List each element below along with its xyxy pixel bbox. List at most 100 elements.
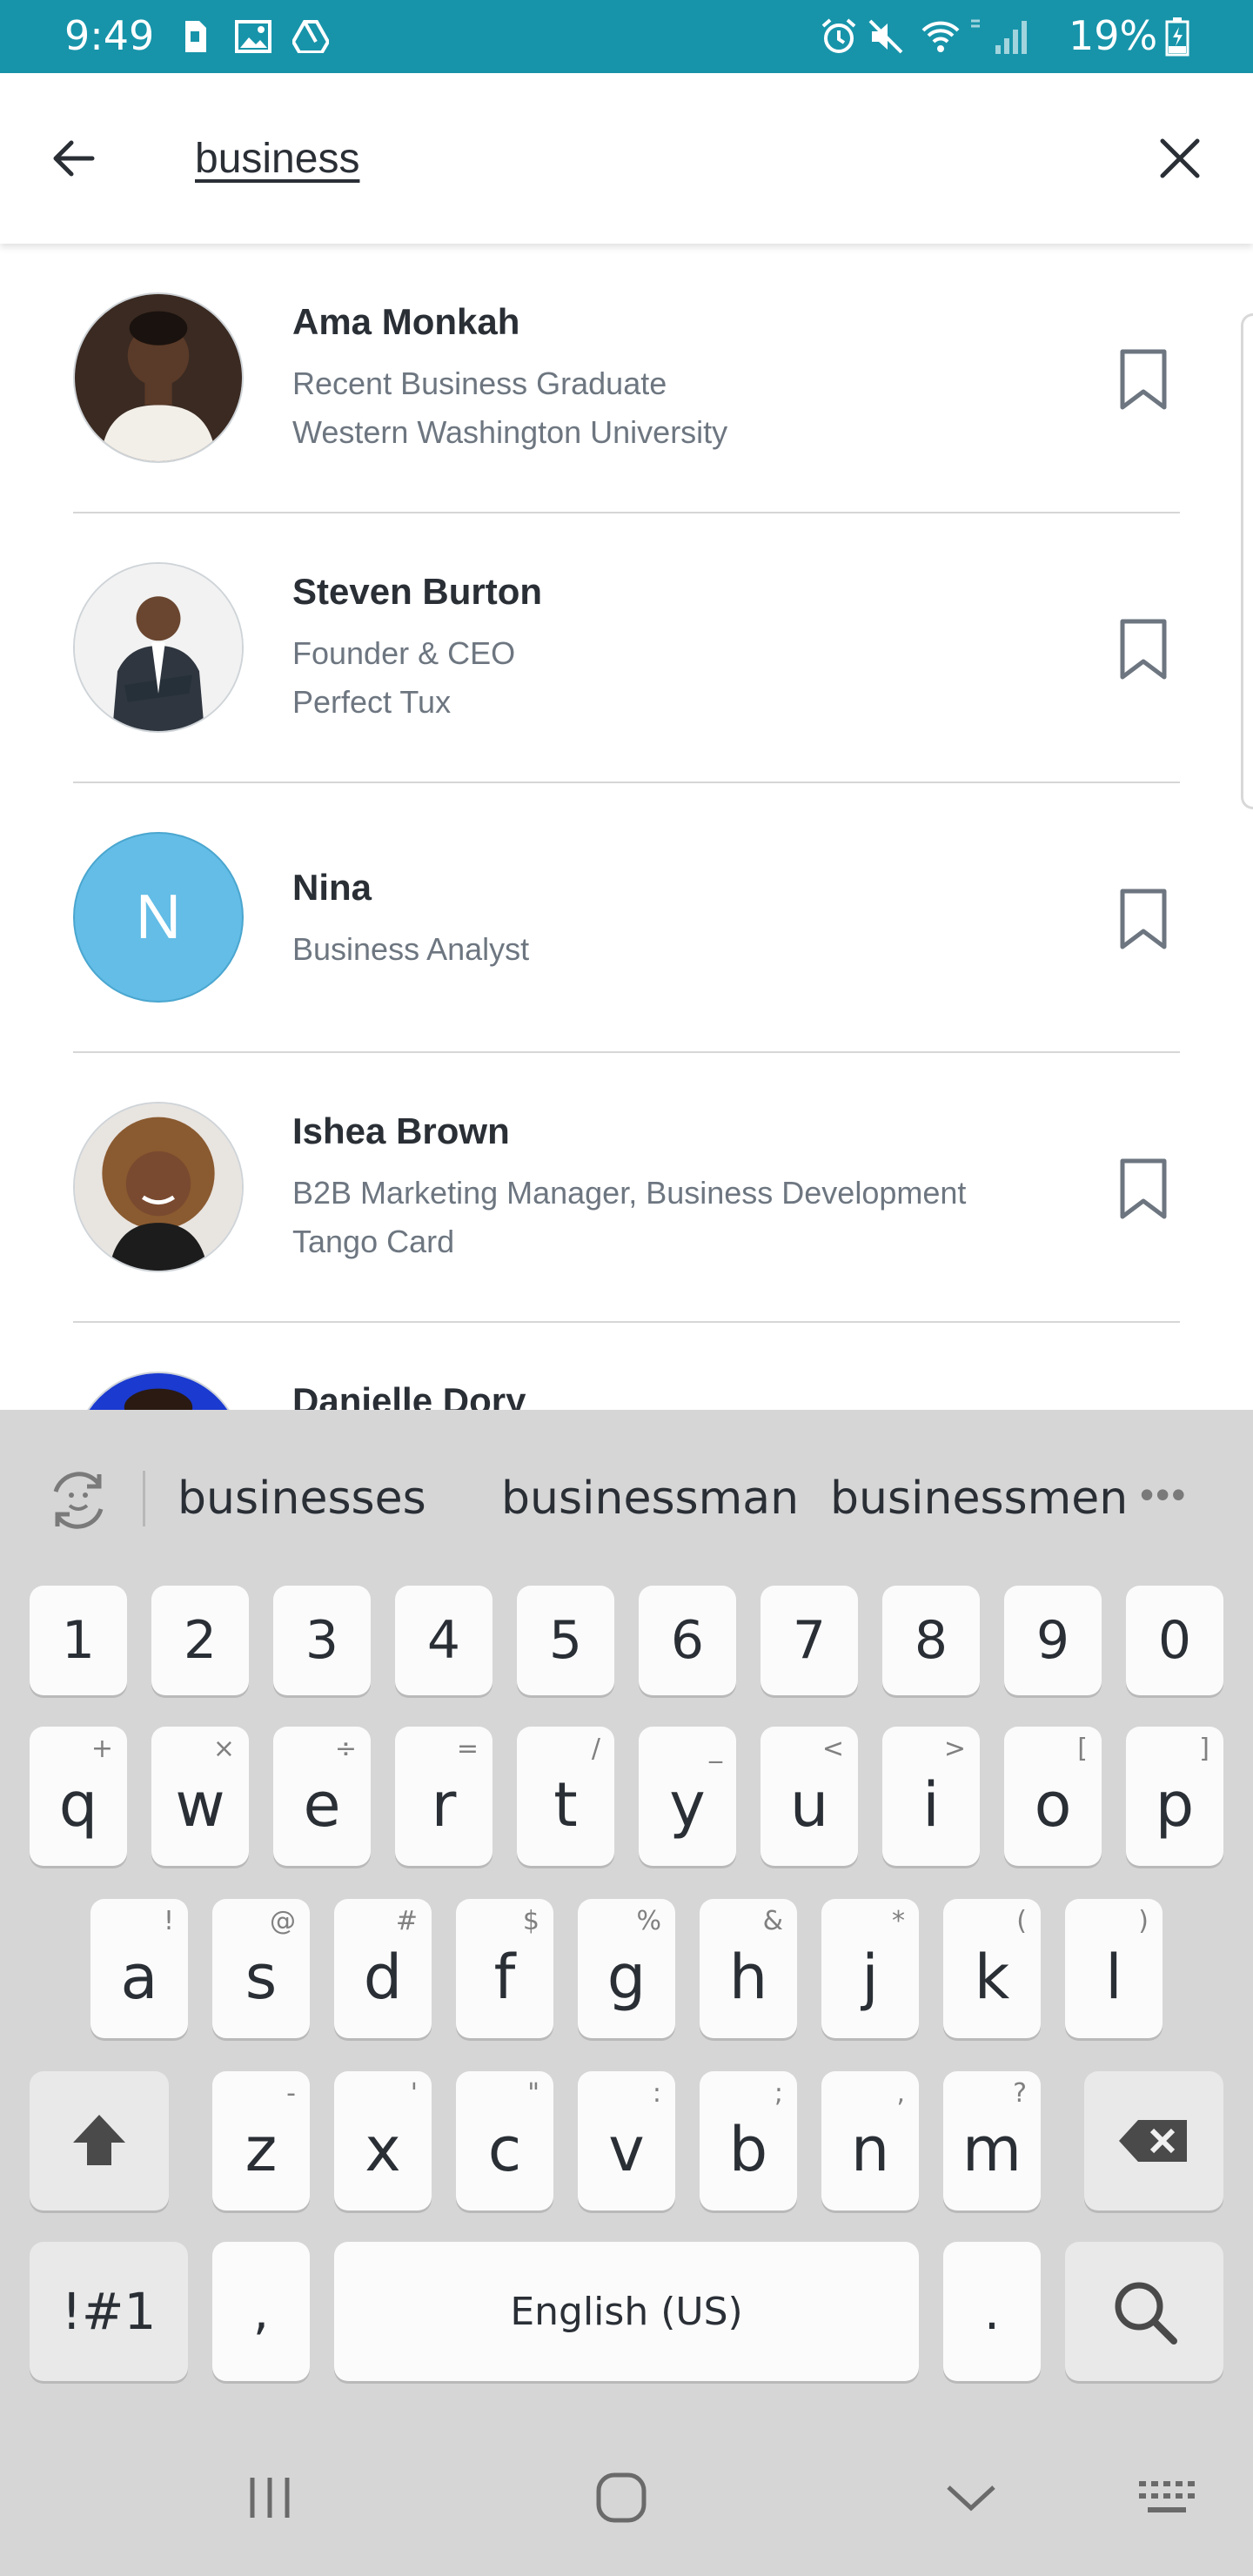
person-organization: Perfect Tux [292, 684, 452, 720]
key-7[interactable]: 7 [761, 1586, 858, 1695]
person-name: Danielle Dory [292, 1380, 526, 1410]
list-item[interactable]: Danielle Dory [0, 1323, 1253, 1410]
key-p[interactable]: p] [1126, 1727, 1223, 1866]
back-button[interactable] [38, 124, 108, 193]
home-button[interactable] [569, 2463, 673, 2532]
search-results-list[interactable]: Ama Monkah Recent Business Graduate West… [0, 244, 1253, 1410]
key-3[interactable]: 3 [273, 1586, 371, 1695]
key-m[interactable]: m? [943, 2071, 1041, 2210]
avatar: N [73, 832, 244, 1003]
key-hint: % [636, 1906, 661, 1936]
key-x[interactable]: x ' [334, 2071, 432, 2210]
key-2[interactable]: 2 [151, 1586, 249, 1695]
status-bar: 9:49 19% [0, 0, 1253, 73]
key-label: h [728, 1942, 768, 2013]
key-hint: - [286, 2078, 296, 2109]
key-label: g [606, 1942, 647, 2013]
person-title: Business Analyst [292, 931, 530, 967]
key-6[interactable]: 6 [639, 1586, 736, 1695]
list-item[interactable]: N Nina Business Analyst [0, 783, 1253, 1053]
list-item[interactable]: Ama Monkah Recent Business Graduate West… [0, 244, 1253, 513]
bookmark-icon [1120, 349, 1167, 410]
key-label: i [922, 1769, 940, 1841]
space-key[interactable]: English (US) [334, 2242, 919, 2381]
key-hint: # [395, 1906, 418, 1936]
key-r[interactable]: r = [395, 1727, 492, 1866]
backspace-key[interactable] [1084, 2071, 1223, 2210]
key-hint: + [90, 1734, 113, 1764]
key-z[interactable]: z- [212, 2071, 310, 2210]
list-item[interactable]: Ishea Brown B2B Marketing Manager, Busin… [0, 1053, 1253, 1323]
key-9[interactable]: 9 [1004, 1586, 1102, 1695]
key-u[interactable]: u < [761, 1727, 858, 1866]
key-i[interactable]: i > [882, 1727, 980, 1866]
key-label: q [58, 1769, 98, 1841]
suggestion-3[interactable]: businessmen [830, 1472, 1128, 1525]
key-y[interactable]: y _ [639, 1727, 736, 1866]
suggestion-1[interactable]: businesses [178, 1472, 426, 1525]
bookmark-button[interactable] [1110, 339, 1176, 419]
key-n[interactable]: n, [821, 2071, 919, 2210]
key-hint: [ [1077, 1734, 1088, 1764]
search-input[interactable] [195, 127, 1065, 190]
key-8[interactable]: 8 [882, 1586, 980, 1695]
clear-search-button[interactable] [1145, 124, 1215, 193]
key-label: k [974, 1942, 1010, 2013]
person-name: Ishea Brown [292, 1110, 510, 1151]
key-label: w [175, 1769, 225, 1841]
battery-percentage: 19% [1069, 12, 1158, 59]
search-header [0, 73, 1253, 244]
search-key[interactable] [1065, 2242, 1223, 2381]
key-e[interactable]: e ÷ [273, 1727, 371, 1866]
home-icon [596, 2472, 647, 2523]
key-hint: ? [1013, 2078, 1027, 2109]
suggestion-2[interactable]: businessman [501, 1472, 799, 1525]
key-5[interactable]: 5 [517, 1586, 614, 1695]
recent-apps-button[interactable] [218, 2463, 322, 2532]
key-hint: = [456, 1734, 479, 1764]
key-label: t [553, 1769, 578, 1841]
key-hint: ] [1199, 1734, 1209, 1764]
shift-key[interactable] [30, 2071, 169, 2210]
key-h[interactable]: h & [700, 1899, 797, 2038]
key-w[interactable]: w × [151, 1727, 249, 1866]
list-item[interactable]: Steven Burton Founder & CEO Perfect Tux [0, 513, 1253, 783]
key-c[interactable]: c " [456, 2071, 553, 2210]
bookmark-button[interactable] [1110, 879, 1176, 959]
comma-key[interactable]: , [212, 2242, 310, 2381]
key-t[interactable]: t / [517, 1727, 614, 1866]
mute-icon [865, 16, 907, 57]
hide-keyboard-button[interactable] [919, 2463, 1023, 2532]
key-a[interactable]: a! [90, 1899, 188, 2038]
keyboard-switch-button[interactable] [1114, 2463, 1218, 2532]
alarm-icon [818, 16, 860, 57]
key-j[interactable]: j * [821, 1899, 919, 2038]
key-g[interactable]: g% [578, 1899, 675, 2038]
more-suggestions-button[interactable]: ••• [1140, 1471, 1187, 1518]
key-hint: & [762, 1906, 783, 1936]
key-d[interactable]: d # [334, 1899, 432, 2038]
key-4[interactable]: 4 [395, 1586, 492, 1695]
key-v[interactable]: v: [578, 2071, 675, 2210]
key-s[interactable]: s @ [212, 1899, 310, 2038]
key-1[interactable]: 1 [30, 1586, 127, 1695]
bookmark-button[interactable] [1110, 609, 1176, 689]
key-b[interactable]: b; [700, 2071, 797, 2210]
key-o[interactable]: o[ [1004, 1727, 1102, 1866]
key-k[interactable]: k( [943, 1899, 1041, 2038]
key-hint: ' [410, 2078, 418, 2109]
sim-icon [179, 16, 211, 57]
bookmark-button[interactable] [1110, 1149, 1176, 1229]
symbols-key[interactable]: !#1 [30, 2242, 188, 2381]
search-icon [1115, 2282, 1177, 2345]
key-0[interactable]: 0 [1126, 1586, 1223, 1695]
key-hint: $ [522, 1906, 539, 1936]
key-q[interactable]: q + [30, 1727, 127, 1866]
person-name: Ama Monkah [292, 301, 520, 342]
key-l[interactable]: l) [1065, 1899, 1163, 2038]
emoji-toggle-button[interactable] [44, 1466, 113, 1535]
key-f[interactable]: f $ [456, 1899, 553, 2038]
key-label: b [728, 2114, 768, 2185]
period-key[interactable]: . [943, 2242, 1041, 2381]
signal-icon [968, 16, 1029, 57]
